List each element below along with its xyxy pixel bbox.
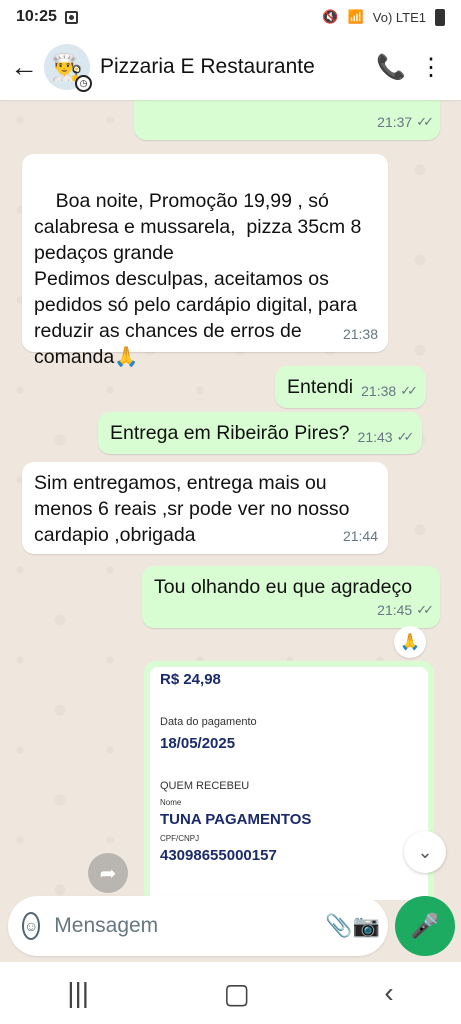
network-label: Vo) LTE1	[372, 9, 426, 25]
message-bubble-in[interactable]: Boa noite, Promoção 19,99 , só calabresa…	[22, 154, 388, 368]
scroll-down-icon[interactable]: ⌄	[404, 831, 446, 873]
add-call-icon[interactable]: 📞	[371, 53, 411, 82]
receipt-doc-value: 43098655000157	[160, 847, 277, 864]
notification-icon	[64, 10, 78, 24]
message-time: 21:38	[342, 326, 378, 342]
receipt-date-label: Data do pagamento	[160, 716, 257, 728]
message-meta: 21:38	[343, 321, 378, 347]
back-arrow-icon[interactable]: ←	[10, 51, 40, 83]
attach-icon[interactable]: 📎	[325, 913, 352, 939]
mic-icon[interactable]: 🎤	[395, 896, 455, 956]
message-meta: 21:44	[343, 523, 378, 549]
system-nav-bar: ||| ▢ ‹	[0, 962, 461, 1024]
camera-icon[interactable]: 📷	[353, 913, 380, 939]
receipt-date-value: 18/05/2025	[160, 735, 236, 752]
message-input[interactable]	[54, 914, 326, 938]
message-composer: ☺ 📎 📷	[8, 896, 388, 956]
forward-icon[interactable]: ➦	[88, 853, 128, 893]
payment-receipt-image[interactable]: R$ 24,98 Data do pagamento 18/05/2025 QU…	[144, 661, 434, 900]
message-meta: 21:43 ✓✓	[357, 424, 415, 450]
chat-area[interactable]: 21:37 ✓✓ Boa noite, Promoção 19,99 , só …	[0, 100, 461, 900]
message-time: 21:45	[377, 602, 413, 618]
nav-back-icon[interactable]: ‹	[384, 977, 393, 1009]
message-bubble-out[interactable]: Tou olhando eu que agradeço 21:45 ✓✓	[142, 566, 440, 628]
status-ring-icon: ◷	[75, 75, 92, 92]
receipt-doc-label: CPF/CNPJ	[160, 834, 200, 843]
message-bubble-out[interactable]: 21:37 ✓✓	[134, 100, 440, 140]
status-bar: 10:25 🔇 📶 Vo) LTE1	[0, 0, 461, 34]
receipt-section-title: QUEM RECEBEU	[160, 780, 250, 792]
message-meta: 21:38 ✓✓	[361, 378, 418, 404]
chat-header: ← 👨‍🍳 ◷ Pizzaria E Restaurante 📞 ⋮	[0, 34, 461, 100]
recent-apps-icon[interactable]: |||	[67, 977, 89, 1009]
message-bubble-out[interactable]: Entrega em Ribeirão Pires? 21:43 ✓✓	[98, 412, 423, 454]
wifi-icon: 📶	[347, 9, 364, 24]
read-ticks-icon: ✓✓	[416, 602, 434, 617]
status-time: 10:25	[16, 8, 57, 25]
more-vert-icon[interactable]: ⋮	[411, 53, 451, 82]
contact-name[interactable]: Pizzaria E Restaurante	[100, 55, 371, 79]
message-text: Sim entregamos, entrega mais ou menos 6 …	[34, 472, 350, 546]
message-time: 21:38	[361, 383, 397, 399]
read-ticks-icon: ✓✓	[396, 429, 415, 444]
message-time: 21:44	[342, 528, 378, 544]
receipt-name-value: TUNA PAGAMENTOS	[160, 811, 312, 828]
message-meta: 21:37 ✓✓	[377, 109, 434, 135]
message-time: 21:43	[357, 429, 393, 445]
message-meta: 21:45 ✓✓	[377, 597, 434, 623]
receipt-amount: R$ 24,98	[160, 671, 221, 688]
message-text: Entrega em Ribeirão Pires?	[110, 422, 350, 444]
status-icons: 🔇 📶 Vo) LTE1	[322, 8, 445, 26]
message-text: Tou olhando eu que agradeço	[154, 576, 413, 598]
home-icon[interactable]: ▢	[224, 977, 250, 1010]
read-ticks-icon: ✓✓	[416, 114, 434, 129]
message-bubble-in[interactable]: Sim entregamos, entrega mais ou menos 6 …	[22, 462, 388, 554]
message-time: 21:37	[377, 114, 413, 130]
reaction-badge[interactable]: 🙏	[394, 626, 426, 658]
avatar[interactable]: 👨‍🍳 ◷	[44, 44, 92, 92]
read-ticks-icon: ✓✓	[400, 383, 418, 398]
battery-icon	[435, 8, 445, 26]
emoji-icon[interactable]: ☺	[22, 912, 41, 940]
mute-icon: 🔇	[322, 9, 339, 24]
message-text: Boa noite, Promoção 19,99 , só calabresa…	[34, 190, 362, 368]
message-bubble-out[interactable]: Entendi 21:38 ✓✓	[275, 366, 426, 408]
receipt-name-label: Nome	[160, 798, 182, 807]
receipt-content: R$ 24,98 Data do pagamento 18/05/2025 QU…	[150, 667, 428, 900]
message-text: Entendi	[287, 376, 354, 398]
